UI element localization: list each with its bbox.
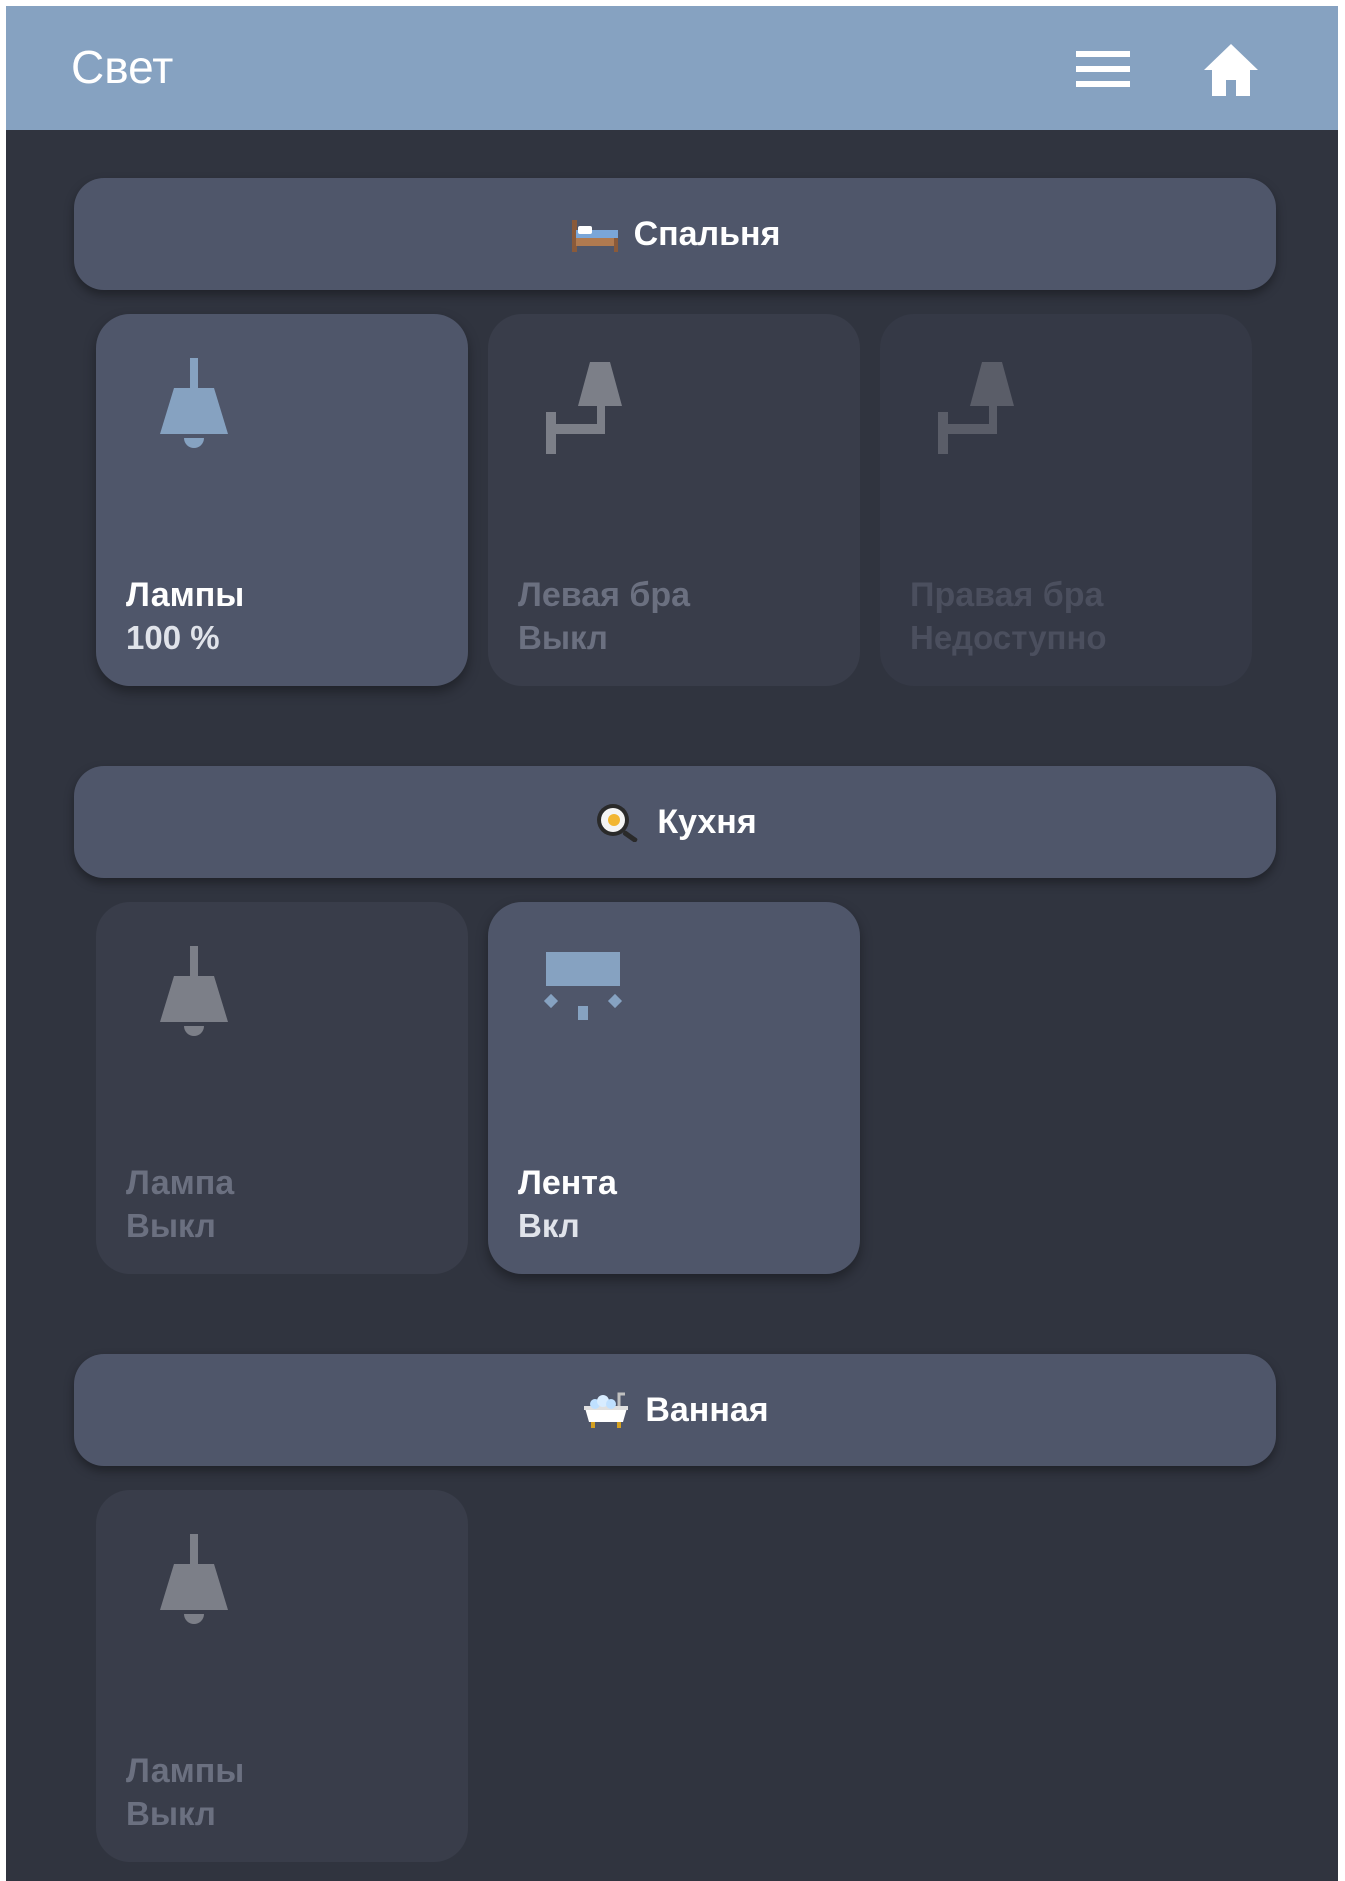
- device-state: 100 %: [126, 619, 220, 656]
- wall-sconce-icon: [546, 362, 622, 454]
- frying-pan-icon: [597, 804, 638, 842]
- device-state: Выкл: [126, 1207, 216, 1244]
- device-state: Вкл: [518, 1207, 580, 1244]
- room-name: Спальня: [633, 214, 781, 253]
- device-tile-bedroom-right-sconce[interactable]: Правая бра Недоступно: [880, 314, 1252, 686]
- menu-icon[interactable]: [1076, 49, 1130, 89]
- pendant-lamp-icon: [160, 358, 228, 448]
- top-bar: Свет: [6, 6, 1338, 130]
- bed-icon: [571, 220, 618, 252]
- device-tile-bathroom-lamps[interactable]: Лампы Выкл: [96, 1490, 468, 1862]
- device-name: Лампы: [126, 576, 245, 614]
- device-name: Лента: [518, 1164, 617, 1202]
- device-tile-bedroom-left-sconce[interactable]: Левая бра Выкл: [488, 314, 860, 686]
- home-icon[interactable]: [1202, 42, 1260, 98]
- room-header-bedroom[interactable]: Спальня: [74, 178, 1276, 290]
- device-name: Лампы: [126, 1752, 245, 1790]
- device-tile-bedroom-lamps[interactable]: Лампы 100 %: [96, 314, 468, 686]
- device-tile-kitchen-strip[interactable]: Лента Вкл: [488, 902, 860, 1274]
- device-state: Выкл: [518, 619, 608, 656]
- room-name: Ванная: [645, 1390, 769, 1429]
- wall-sconce-icon: [938, 362, 1014, 454]
- app-screen: Свет Спальня Лампы 100 % Левая бра Выкл …: [6, 6, 1338, 1881]
- device-name: Правая бра: [910, 576, 1104, 614]
- device-name: Левая бра: [518, 576, 691, 614]
- device-state: Недоступно: [910, 619, 1107, 656]
- device-state: Выкл: [126, 1795, 216, 1832]
- pendant-lamp-icon: [160, 946, 228, 1036]
- device-tile-kitchen-lamp[interactable]: Лампа Выкл: [96, 902, 468, 1274]
- room-name: Кухня: [657, 802, 757, 841]
- pendant-lamp-icon: [160, 1534, 228, 1624]
- page-title: Свет: [71, 41, 174, 93]
- ceiling-light-icon: [543, 952, 623, 1020]
- device-name: Лампа: [126, 1164, 235, 1202]
- room-header-bathroom[interactable]: Ванная: [74, 1354, 1276, 1466]
- bathtub-icon: [584, 1392, 629, 1428]
- room-header-kitchen[interactable]: Кухня: [74, 766, 1276, 878]
